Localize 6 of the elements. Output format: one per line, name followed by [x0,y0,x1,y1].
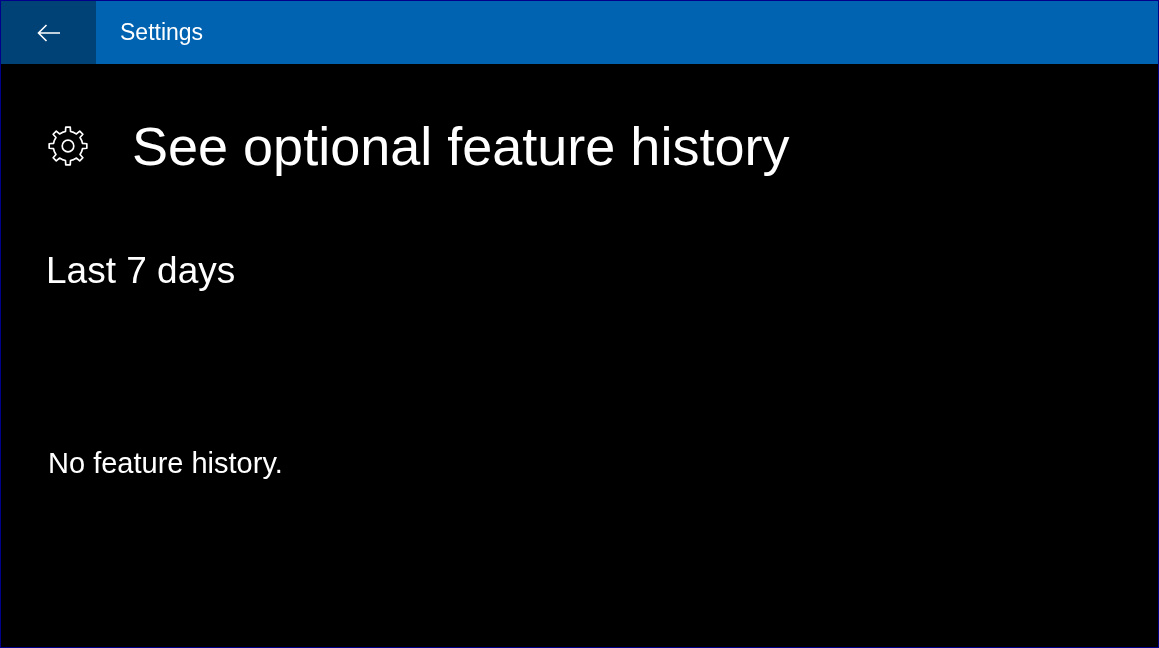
back-arrow-icon [36,23,61,42]
gear-icon [48,126,88,166]
window-title: Settings [120,21,204,44]
empty-message: No feature history. [48,449,283,478]
section-heading: Last 7 days [46,252,236,289]
back-button[interactable] [1,1,96,64]
